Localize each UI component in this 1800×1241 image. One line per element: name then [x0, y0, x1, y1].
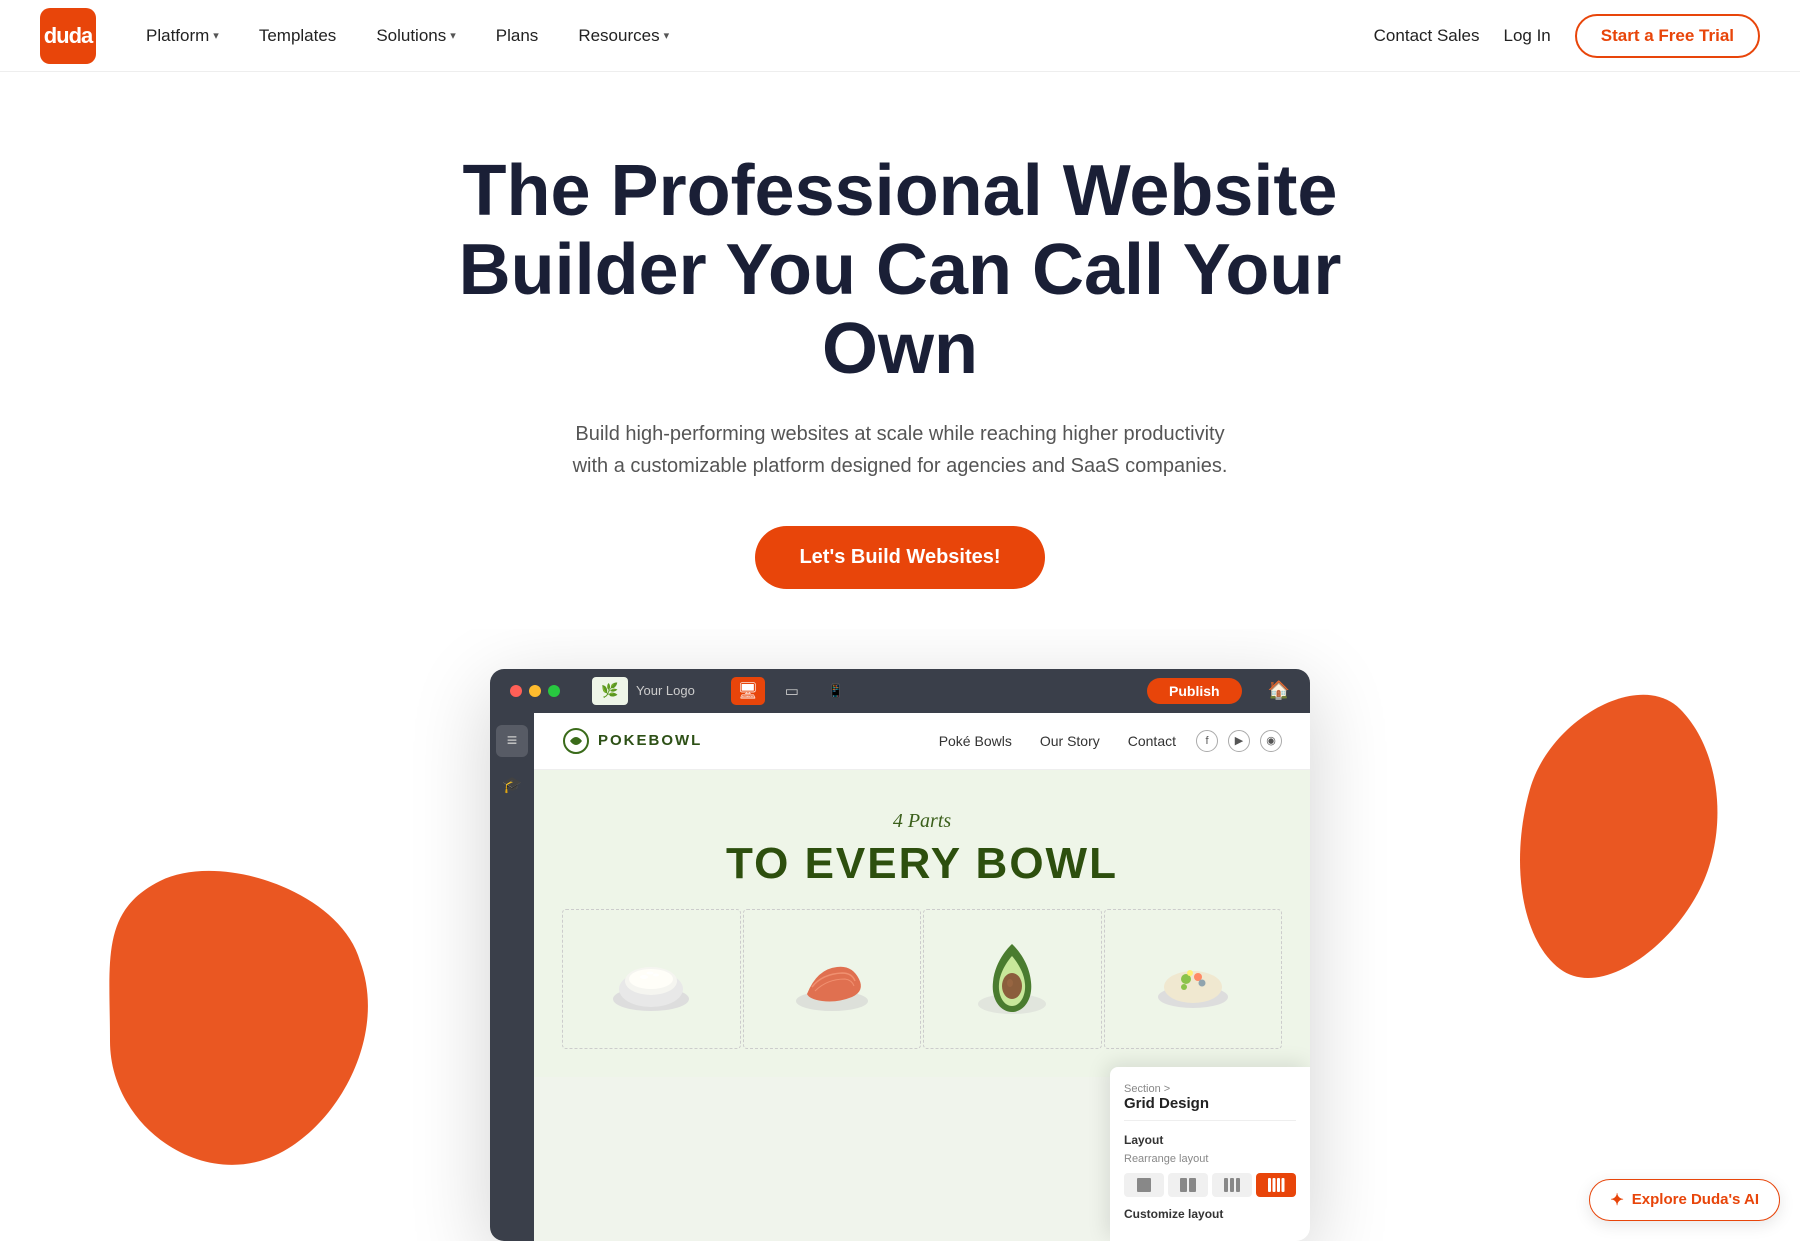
grid-option-2x1[interactable] — [1168, 1173, 1208, 1197]
tablet-icon: ▭ — [785, 682, 799, 700]
explore-ai-button[interactable]: ✦ Explore Duda's AI — [1589, 1179, 1780, 1221]
logo-text: duda — [44, 23, 93, 49]
home-icon[interactable]: 🏠 — [1268, 680, 1290, 701]
mobile-view-button[interactable]: 📱 — [819, 677, 853, 705]
add-widget-tool[interactable]: 🎓 — [496, 769, 528, 801]
panel-breadcrumb: Section > — [1124, 1081, 1296, 1095]
site-nav-links: Poké Bowls Our Story Contact — [939, 733, 1176, 749]
instagram-icon[interactable]: ◉ — [1260, 730, 1282, 752]
nav-item-plans[interactable]: Plans — [478, 16, 557, 56]
close-window-dot — [510, 685, 522, 697]
site-logo-icon — [562, 727, 590, 755]
site-nav-our-story[interactable]: Our Story — [1040, 733, 1100, 749]
site-social-icons: f ▶ ◉ — [1196, 730, 1282, 752]
nav-item-templates[interactable]: Templates — [241, 16, 354, 56]
panel-grid-options — [1124, 1173, 1296, 1197]
site-logo: POKEBOWL — [562, 727, 702, 755]
site-nav-bar: POKEBOWL Poké Bowls Our Story Contact f … — [534, 713, 1310, 770]
hero-heading: The Professional Website Builder You Can… — [450, 152, 1350, 390]
hero-section: The Professional Website Builder You Can… — [0, 72, 1800, 629]
site-name-in-toolbar: Your Logo — [636, 683, 695, 698]
site-thumbnail: 🌿 — [592, 677, 628, 705]
publish-button[interactable]: Publish — [1147, 678, 1242, 704]
food-item-salmon — [743, 909, 922, 1049]
food-item-rice — [562, 909, 741, 1049]
site-nav-poke-bowls[interactable]: Poké Bowls — [939, 733, 1012, 749]
facebook-icon[interactable]: f — [1196, 730, 1218, 752]
desktop-view-button[interactable]: 🖥 — [731, 677, 765, 705]
panel-rearrange-label: Rearrange layout — [1124, 1153, 1296, 1165]
hero-cta-button[interactable]: Let's Build Websites! — [755, 526, 1044, 589]
avocado-image — [967, 924, 1057, 1034]
panel-customize-label: Customize layout — [1124, 1207, 1296, 1221]
nav-right: Contact Sales Log In Start a Free Trial — [1374, 14, 1760, 58]
builder-sidebar: ≡ 🎓 — [490, 713, 534, 1241]
decorative-blob-right — [1500, 669, 1720, 1009]
layers-icon: ≡ — [507, 730, 518, 751]
nav-item-platform[interactable]: Platform ▾ — [128, 16, 237, 56]
site-nav-contact[interactable]: Contact — [1128, 733, 1176, 749]
nav-left: duda Platform ▾ Templates Solutions ▾ Pl… — [40, 8, 687, 64]
log-in-link[interactable]: Log In — [1504, 26, 1551, 46]
chevron-down-icon: ▾ — [664, 29, 670, 42]
start-trial-button[interactable]: Start a Free Trial — [1575, 14, 1760, 58]
logo[interactable]: duda — [40, 8, 96, 64]
youtube-icon[interactable]: ▶ — [1228, 730, 1250, 752]
nav-links: Platform ▾ Templates Solutions ▾ Plans R… — [128, 16, 687, 56]
site-hero-title: TO EVERY BOWL — [562, 839, 1282, 889]
contact-sales-link[interactable]: Contact Sales — [1374, 26, 1480, 46]
hero-subtext: Build high-performing websites at scale … — [560, 418, 1240, 482]
explore-ai-label: Explore Duda's AI — [1632, 1191, 1759, 1208]
decorative-blob-left — [100, 861, 380, 1181]
chevron-down-icon: ▾ — [450, 29, 456, 42]
food-item-avocado — [923, 909, 1102, 1049]
tablet-view-button[interactable]: ▭ — [775, 677, 809, 705]
food-item-toppings — [1104, 909, 1283, 1049]
maximize-window-dot — [548, 685, 560, 697]
browser-mockup: 🌿 Your Logo 🖥 ▭ 📱 Publish 🏠 — [490, 669, 1310, 1241]
mobile-icon: 📱 — [828, 683, 844, 699]
panel-layout-label: Layout — [1124, 1133, 1296, 1147]
browser-window-controls — [510, 685, 560, 697]
panel-title: Grid Design — [1124, 1095, 1296, 1121]
site-hero-area: 4 Parts TO EVERY BOWL — [534, 770, 1310, 909]
nav-item-solutions[interactable]: Solutions ▾ — [358, 16, 473, 56]
toppings-image — [1148, 929, 1238, 1029]
site-logo-text: POKEBOWL — [598, 732, 702, 749]
grid-design-panel: Section > Grid Design Layout Rearrange l… — [1110, 1067, 1310, 1241]
main-nav: duda Platform ▾ Templates Solutions ▾ Pl… — [0, 0, 1800, 72]
browser-chrome: 🌿 Your Logo 🖥 ▭ 📱 Publish 🏠 — [490, 669, 1310, 713]
sparkle-icon: ✦ — [1610, 1190, 1623, 1210]
grid-option-3x1[interactable] — [1212, 1173, 1252, 1197]
chevron-down-icon: ▾ — [213, 29, 219, 42]
site-hero-subtitle: 4 Parts — [562, 810, 1282, 833]
minimize-window-dot — [529, 685, 541, 697]
layers-tool[interactable]: ≡ — [496, 725, 528, 757]
view-toggle-group: 🖥 ▭ 📱 — [731, 677, 853, 705]
mockup-section: 🌿 Your Logo 🖥 ▭ 📱 Publish 🏠 — [0, 629, 1800, 1241]
salmon-image — [787, 929, 877, 1029]
widget-icon: 🎓 — [502, 775, 522, 795]
desktop-icon: 🖥 — [738, 681, 758, 701]
grid-option-1x1[interactable] — [1124, 1173, 1164, 1197]
builder-logo-area: 🌿 Your Logo — [592, 677, 695, 705]
website-preview: POKEBOWL Poké Bowls Our Story Contact f … — [490, 713, 1310, 1241]
rice-bowl-image — [606, 929, 696, 1029]
grid-option-4x1[interactable] — [1256, 1173, 1296, 1197]
nav-item-resources[interactable]: Resources ▾ — [560, 16, 687, 56]
